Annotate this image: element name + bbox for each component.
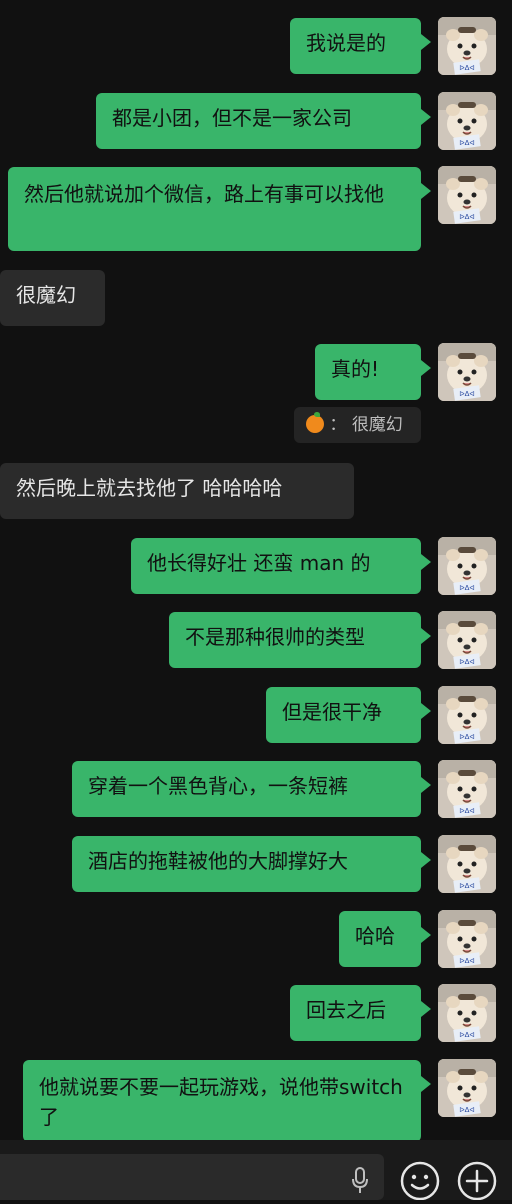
- message-bubble[interactable]: 他长得好壮 还蛮 man 的: [131, 538, 431, 594]
- avatar[interactable]: [438, 686, 496, 744]
- message-text: 很魔幻: [16, 283, 76, 307]
- message-text: 我说是的: [306, 31, 386, 55]
- message-text: 真的!: [331, 357, 380, 381]
- message-text: 然后晚上就去找他了 哈哈哈哈: [16, 476, 283, 500]
- message-bubble[interactable]: 都是小团，但不是一家公司: [96, 93, 431, 149]
- avatar[interactable]: [438, 1059, 496, 1117]
- avatar[interactable]: [438, 166, 496, 224]
- plus-icon[interactable]: [456, 1160, 498, 1201]
- message-bubble[interactable]: 回去之后: [290, 985, 431, 1041]
- message-bubble[interactable]: 酒店的拖鞋被他的大脚撑好大: [72, 836, 431, 892]
- message-bubble[interactable]: 真的!: [315, 344, 431, 400]
- message-text: 酒店的拖鞋被他的大脚撑好大: [88, 849, 348, 873]
- message-input[interactable]: [0, 1154, 384, 1200]
- message-text: 他长得好壮 还蛮 man 的: [147, 551, 371, 575]
- message-text: 但是很干净: [282, 700, 382, 724]
- message-bubble[interactable]: 哈哈: [339, 911, 431, 967]
- message-bubble[interactable]: 但是很干净: [266, 687, 431, 743]
- message-bubble[interactable]: 我说是的: [290, 18, 431, 74]
- message-text: 哈哈: [355, 924, 395, 948]
- message-bubble[interactable]: 穿着一个黑色背心，一条短裤: [72, 761, 431, 817]
- message-text: 回去之后: [306, 998, 386, 1022]
- avatar[interactable]: [438, 17, 496, 75]
- avatar[interactable]: [438, 835, 496, 893]
- message-text: 穿着一个黑色背心，一条短裤: [88, 774, 348, 798]
- emoji-icon[interactable]: [399, 1160, 441, 1202]
- avatar[interactable]: [438, 984, 496, 1042]
- message-bubble[interactable]: 然后晚上就去找他了 哈哈哈哈: [0, 463, 354, 519]
- message-text: 然后他就说加个微信，路上有事可以找他: [24, 182, 384, 206]
- avatar[interactable]: [438, 92, 496, 150]
- message-bubble[interactable]: 他就说要不要一起玩游戏，说他带switch 了: [23, 1060, 431, 1142]
- avatar[interactable]: [438, 910, 496, 968]
- message-text: 他就说要不要一起玩游戏，说他带switch 了: [39, 1075, 403, 1129]
- quote-text: 很魔幻: [351, 415, 403, 435]
- avatar[interactable]: [438, 537, 496, 595]
- avatar[interactable]: [438, 343, 496, 401]
- message-bubble[interactable]: 很魔幻: [0, 270, 105, 326]
- avatar[interactable]: [438, 760, 496, 818]
- quote-separator: ：: [329, 415, 347, 435]
- message-bubble[interactable]: 不是那种很帅的类型: [169, 612, 431, 668]
- avatar[interactable]: [438, 611, 496, 669]
- message-bubble[interactable]: 然后他就说加个微信，路上有事可以找他: [8, 167, 431, 251]
- quoted-reply[interactable]: ： 很魔幻: [294, 407, 421, 443]
- microphone-icon[interactable]: [348, 1165, 372, 1195]
- orange-emoji-icon: [306, 412, 324, 433]
- message-text: 都是小团，但不是一家公司: [112, 106, 352, 130]
- message-text: 不是那种很帅的类型: [185, 625, 365, 649]
